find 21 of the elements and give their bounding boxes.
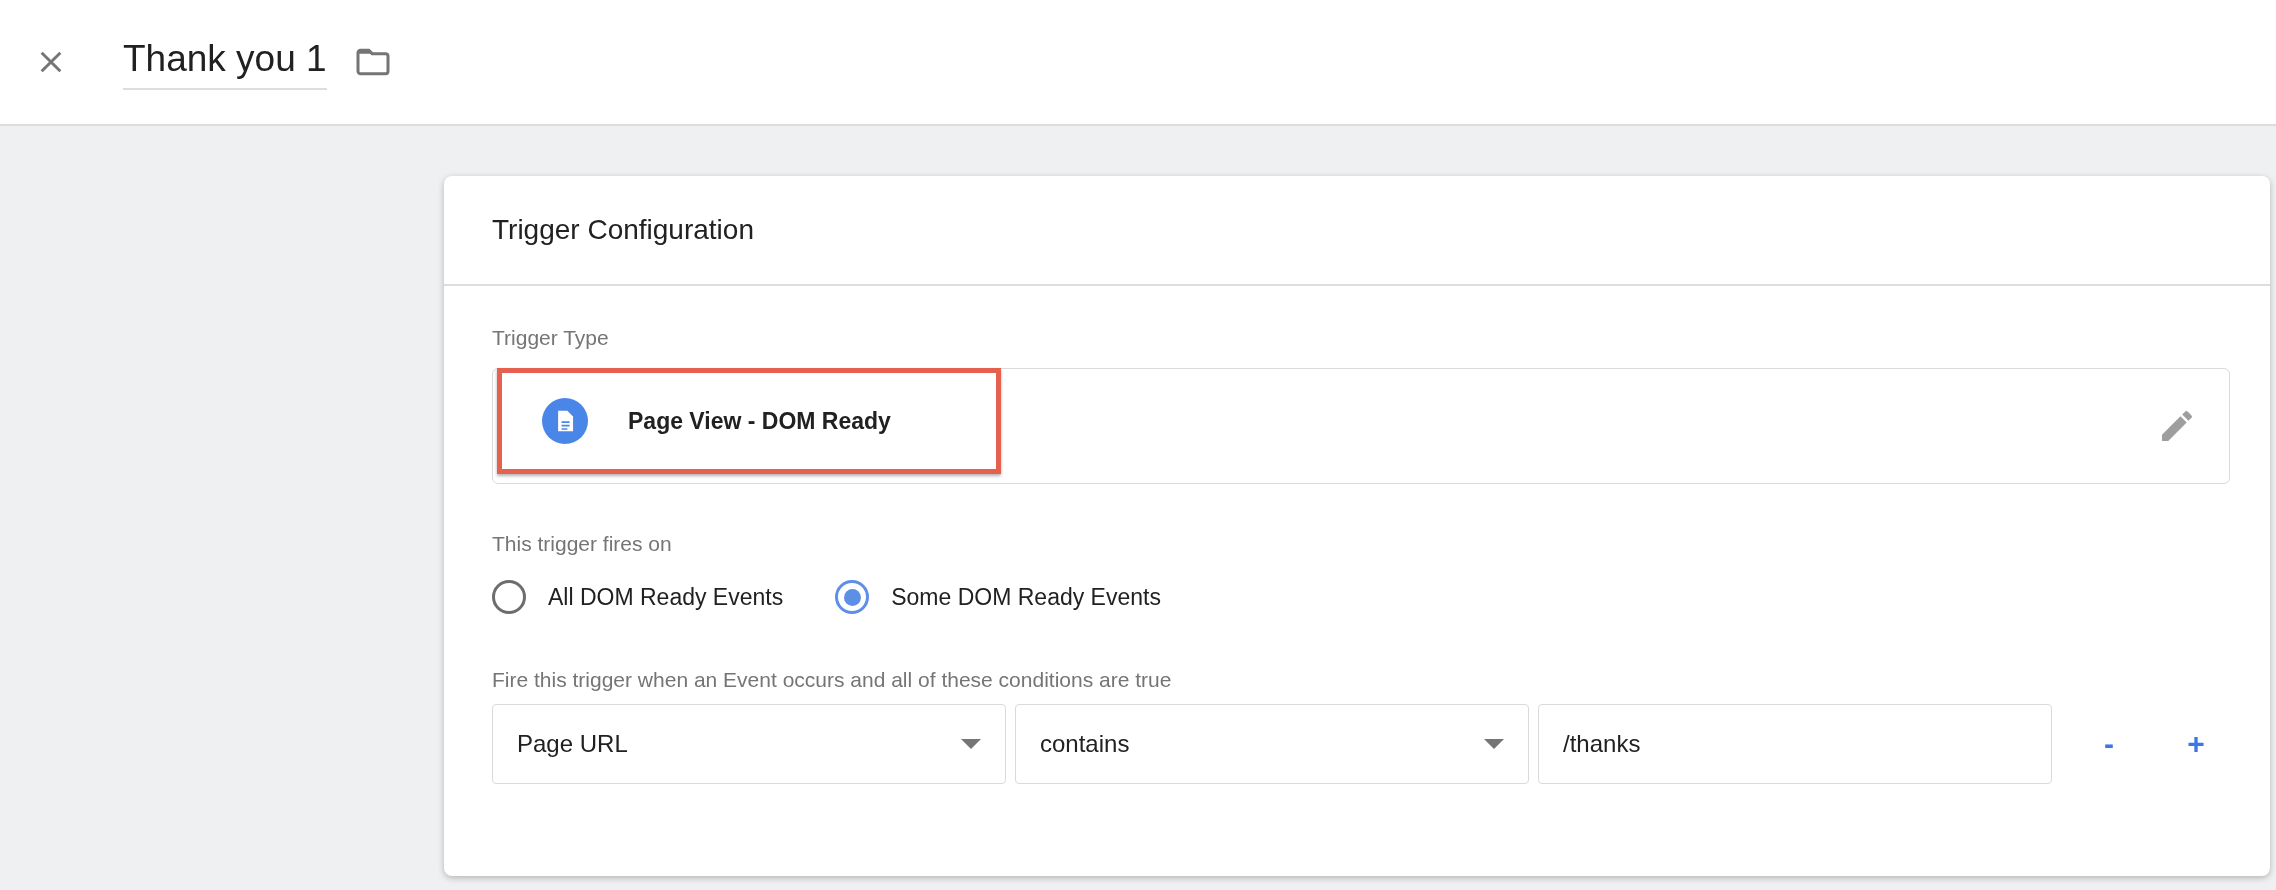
radio-circle[interactable]: [835, 580, 870, 614]
card-title: Trigger Configuration: [492, 214, 754, 246]
radio-option[interactable]: All DOM Ready Events: [492, 580, 784, 614]
conditions-label: Fire this trigger when an Event occurs and all of these conditions are true: [492, 668, 1173, 692]
variable-dropdown[interactable]: Page URL: [492, 704, 1006, 784]
remove-condition-button[interactable]: -: [2079, 726, 2139, 762]
document-icon: [542, 398, 588, 444]
trigger-type-box[interactable]: Page View - DOM Ready: [492, 368, 2230, 484]
caret-icon: [1484, 739, 1504, 749]
trigger-type-name: Page View - DOM Ready: [628, 407, 891, 435]
trigger-type-label: Trigger Type: [492, 326, 610, 350]
caret-icon: [961, 739, 981, 749]
radio-label: Some DOM Ready Events: [891, 583, 1161, 611]
operator-dropdown[interactable]: contains: [1015, 704, 1529, 784]
radio-circle[interactable]: [492, 580, 526, 614]
radio-label: All DOM Ready Events: [548, 583, 784, 611]
trigger-name-field[interactable]: Thank you 1: [123, 38, 327, 90]
radio-option[interactable]: Some DOM Ready Events: [835, 580, 1161, 614]
fires-on-label: This trigger fires on: [492, 532, 673, 556]
value-input[interactable]: /thanks: [1538, 704, 2052, 784]
add-condition-button[interactable]: +: [2166, 726, 2226, 762]
